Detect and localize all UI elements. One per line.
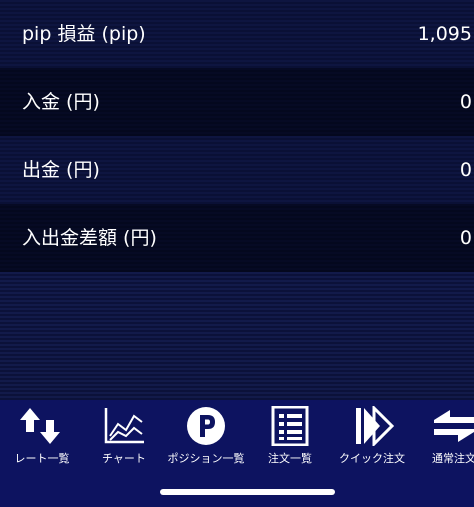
position-p-icon bbox=[187, 407, 225, 445]
row-withdrawal: 出金 (円) 0 bbox=[0, 136, 474, 204]
row-value: 1,095 bbox=[417, 23, 472, 45]
row-label: 入金 (円) bbox=[22, 91, 100, 113]
tab-order-list[interactable]: 注文一覧 bbox=[248, 406, 332, 468]
row-label: pip 損益 (pip) bbox=[22, 23, 146, 45]
empty-area bbox=[0, 272, 474, 400]
tab-label: 通常注文 bbox=[432, 452, 474, 465]
app-screen: pip 損益 (pip) 1,095 入金 (円) 0 出金 (円) 0 入出金… bbox=[0, 0, 474, 507]
tab-label: レート一覧 bbox=[14, 452, 70, 465]
quick-order-icon bbox=[356, 406, 394, 446]
tab-label: チャート bbox=[102, 452, 146, 465]
tab-chart[interactable]: チャート bbox=[82, 406, 166, 468]
tab-rate-list[interactable]: レート一覧 bbox=[0, 406, 84, 468]
tab-position-list[interactable]: ポジション一覧 bbox=[164, 406, 248, 468]
row-label: 入出金差額 (円) bbox=[22, 227, 157, 249]
bottom-tab-bar: レート一覧 チャート ポジション一覧 注文一覧 クイック注文 通常注文 bbox=[0, 400, 474, 507]
chart-icon bbox=[104, 408, 144, 444]
tab-label: ポジション一覧 bbox=[167, 452, 245, 465]
row-pip-profit: pip 損益 (pip) 1,095 bbox=[0, 0, 474, 68]
row-value: 0 bbox=[459, 159, 472, 181]
home-indicator[interactable] bbox=[160, 489, 335, 495]
order-list-icon bbox=[271, 406, 309, 446]
row-net-deposit: 入出金差額 (円) 0 bbox=[0, 204, 474, 272]
tab-quick-order[interactable]: クイック注文 bbox=[330, 406, 414, 468]
row-deposit: 入金 (円) 0 bbox=[0, 68, 474, 136]
normal-order-icon bbox=[434, 410, 474, 442]
up-down-arrows-icon bbox=[20, 408, 60, 444]
account-summary-list: pip 損益 (pip) 1,095 入金 (円) 0 出金 (円) 0 入出金… bbox=[0, 0, 474, 272]
tab-normal-order[interactable]: 通常注文 bbox=[412, 406, 474, 468]
tab-label: クイック注文 bbox=[339, 452, 405, 465]
row-value: 0 bbox=[459, 91, 472, 113]
row-label: 出金 (円) bbox=[22, 159, 100, 181]
tab-label: 注文一覧 bbox=[268, 452, 312, 465]
row-value: 0 bbox=[459, 227, 472, 249]
